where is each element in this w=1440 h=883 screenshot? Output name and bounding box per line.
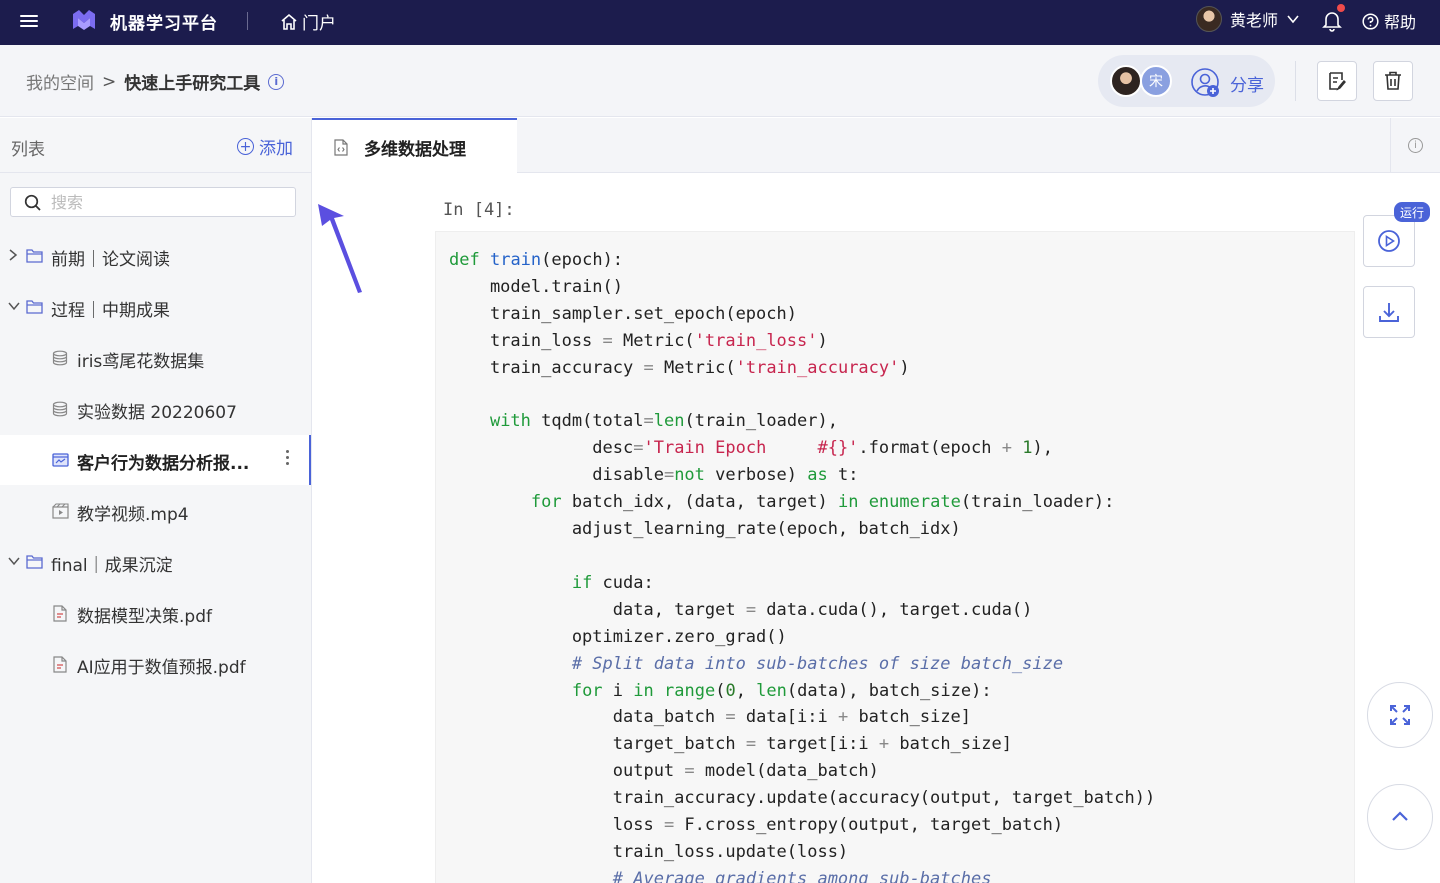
sidebar-item-label: 实验数据 20220607 [77, 403, 237, 423]
sidebar-search [10, 187, 296, 217]
add-label: 添加 [259, 139, 293, 159]
sidebar-item-pdf[interactable]: AI应用于数值预报.pdf [0, 639, 311, 689]
search-input[interactable] [51, 191, 281, 213]
annotation-arrow-icon [318, 204, 362, 293]
sidebar-item-label: 数据模型决策.pdf [77, 607, 212, 627]
sidebar-item-label: 过程｜中期成果 [51, 301, 170, 321]
share-label: 分享 [1230, 75, 1264, 96]
fullscreen-button[interactable] [1367, 682, 1433, 748]
run-cell-button[interactable] [1363, 215, 1415, 267]
sidebar-item-dataset[interactable]: 实验数据 20220607 [0, 384, 311, 434]
delete-button[interactable] [1373, 61, 1413, 101]
breadcrumb-bar: 我的空间 > 快速上手研究工具 i 宋 分享 [0, 45, 1440, 117]
sidebar-item-pdf[interactable]: 数据模型决策.pdf [0, 588, 311, 638]
edit-document-icon [1329, 72, 1346, 91]
toolbar-divider [1295, 61, 1296, 101]
breadcrumb-separator: > [102, 71, 117, 92]
database-icon [52, 401, 68, 417]
trash-icon [1385, 71, 1401, 90]
play-circle-icon [1378, 230, 1400, 252]
breadcrumb-current: 快速上手研究工具 [124, 74, 261, 94]
tab-info-button[interactable]: i [1390, 118, 1440, 173]
breadcrumb-root[interactable]: 我的空间 [26, 69, 94, 94]
share-button[interactable]: 分享 [1190, 67, 1264, 99]
collaborators-panel: 宋 分享 [1098, 55, 1275, 107]
nav-divider [247, 12, 248, 30]
user-name: 黄老师 [1230, 11, 1279, 30]
run-badge: 运行 [1394, 202, 1431, 222]
info-icon[interactable]: i [268, 73, 285, 90]
download-button[interactable] [1363, 286, 1415, 338]
code-cell[interactable]: def train(epoch): model.train() train_sa… [435, 231, 1355, 883]
hamburger-menu-icon[interactable] [20, 12, 38, 30]
sidebar-header: 列表 + 添加 [0, 118, 311, 173]
add-button[interactable]: + 添加 [237, 134, 293, 159]
info-icon: i [1408, 138, 1423, 153]
app-title: 机器学习平台 [110, 14, 218, 34]
video-icon [52, 503, 69, 519]
help-label: 帮助 [1384, 13, 1417, 32]
pdf-file-icon [53, 605, 67, 622]
help-link[interactable]: 帮助 [1362, 9, 1416, 33]
search-icon [24, 194, 41, 211]
sidebar-item-video[interactable]: 教学视频.mp4 [0, 486, 311, 536]
chevron-right-icon [9, 249, 18, 261]
scroll-top-button[interactable] [1367, 784, 1433, 850]
home-icon [281, 13, 297, 30]
chevron-down-icon [8, 302, 20, 311]
database-icon [52, 350, 68, 366]
code-content: def train(epoch): model.train() train_sa… [449, 250, 1156, 883]
portal-link[interactable]: 门户 [280, 9, 336, 34]
portal-label: 门户 [302, 14, 336, 34]
more-options-icon[interactable] [286, 450, 290, 465]
notification-dot [1337, 4, 1345, 12]
chevron-down-icon [8, 557, 20, 566]
notebook-icon [52, 453, 69, 467]
question-circle-icon [1362, 12, 1379, 30]
sidebar-item-folder[interactable]: 过程｜中期成果 [0, 282, 311, 332]
sidebar-item-folder[interactable]: 前期｜论文阅读 [0, 231, 311, 281]
folder-icon [26, 300, 43, 314]
collaborator-avatar[interactable] [1110, 65, 1142, 97]
plus-circle-icon: + [237, 138, 254, 155]
cell-prompt: In [4]: [443, 200, 515, 220]
chevron-down-icon [1287, 15, 1299, 24]
sidebar-item-label: 前期｜论文阅读 [51, 250, 170, 270]
edit-button[interactable] [1317, 61, 1357, 101]
sidebar-title: 列表 [11, 140, 45, 160]
sidebar-item-label: final｜成果沉淀 [51, 556, 173, 576]
tab-multidim-data[interactable]: 多维数据处理 [312, 118, 517, 174]
pdf-file-icon [53, 656, 67, 673]
collaborator-avatar[interactable]: 宋 [1140, 65, 1172, 97]
sidebar-item-dataset[interactable]: iris鸢尾花数据集 [0, 333, 311, 383]
user-menu[interactable]: 黄老师 [1196, 6, 1300, 32]
code-file-icon [334, 139, 348, 156]
sidebar-item-notebook[interactable]: 客户行为数据分析报... [0, 435, 311, 485]
expand-icon [1390, 705, 1410, 725]
sidebar: 列表 + 添加 前期｜论文阅读 过程｜中期成果 iris鸢尾花数据集 实验数据 … [0, 118, 312, 883]
sidebar-item-label: AI应用于数值预报.pdf [77, 658, 246, 678]
chevron-up-icon [1392, 811, 1408, 821]
add-user-icon [1191, 68, 1219, 97]
folder-icon [26, 249, 43, 263]
breadcrumb: 我的空间 > 快速上手研究工具 i [26, 69, 285, 94]
tab-bar: 多维数据处理 i [312, 118, 1440, 174]
top-nav: 机器学习平台 门户 黄老师 帮助 [0, 0, 1440, 45]
folder-icon [26, 555, 43, 569]
notebook-main: In [4]: def train(epoch): model.train() … [312, 174, 1440, 883]
tab-label: 多维数据处理 [364, 140, 466, 160]
sidebar-item-folder[interactable]: final｜成果沉淀 [0, 537, 311, 587]
platform-logo [73, 10, 95, 30]
sidebar-item-label: iris鸢尾花数据集 [77, 352, 205, 372]
download-icon [1379, 303, 1399, 322]
sidebar-item-label: 教学视频.mp4 [77, 505, 189, 525]
user-avatar [1196, 6, 1222, 32]
notification-bell-icon[interactable] [1322, 4, 1345, 32]
sidebar-item-label: 客户行为数据分析报... [77, 454, 250, 474]
